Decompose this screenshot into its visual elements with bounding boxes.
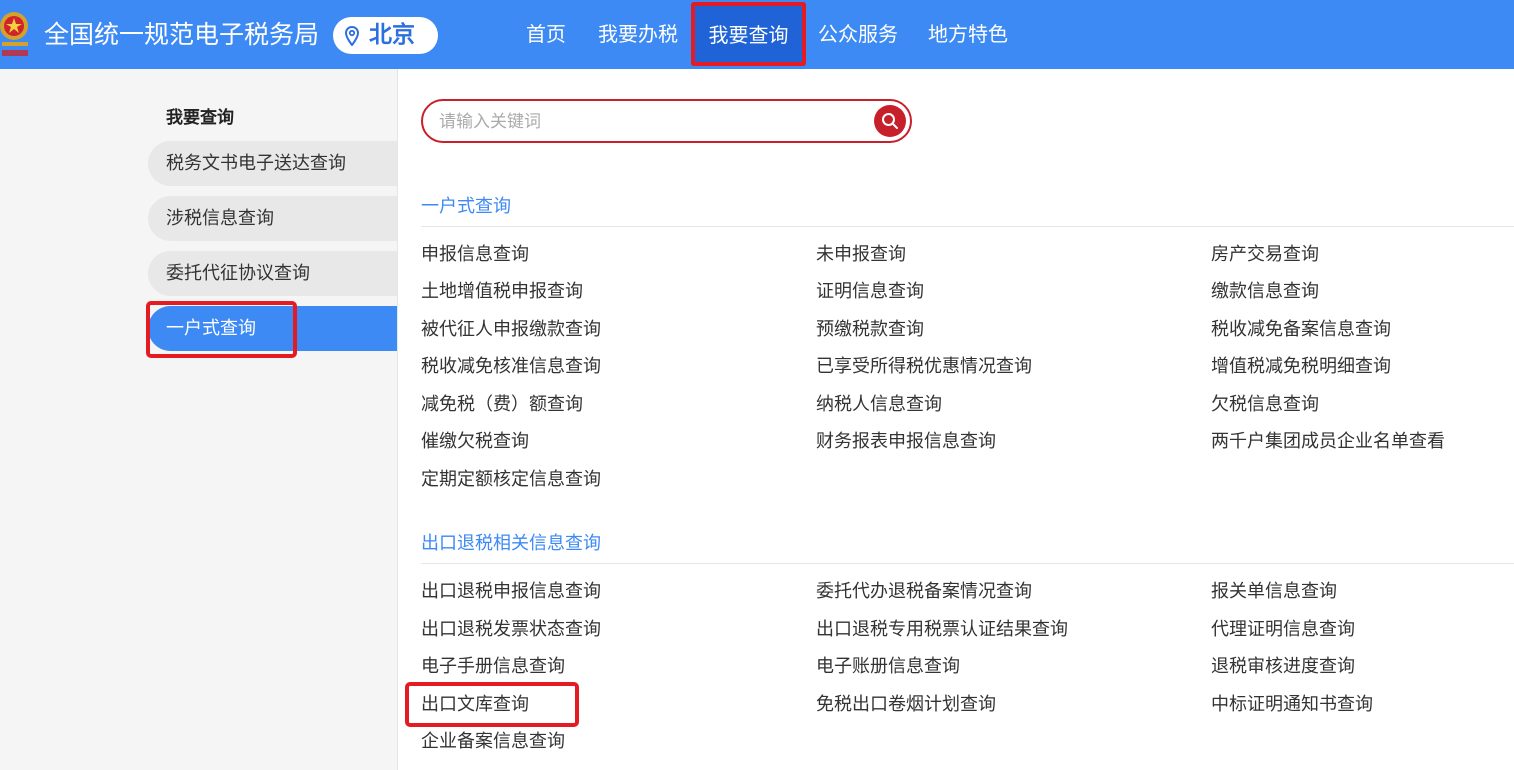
nav-home[interactable]: 首页 — [516, 0, 576, 69]
nav-query[interactable]: 我要查询 — [691, 2, 806, 66]
top-header: 全国统一规范电子税务局 北京 首页 我要办税 我要查询 公众服务 地方特色 — [0, 0, 1514, 69]
sidebar-item-tax-info[interactable]: 涉税信息查询 — [148, 196, 397, 241]
link-taxpayer-info[interactable]: 纳税人信息查询 — [816, 393, 942, 417]
link-export-refund-declaration[interactable]: 出口退税申报信息查询 — [421, 580, 601, 604]
link-certificate-info[interactable]: 证明信息查询 — [816, 280, 924, 304]
search-icon — [882, 113, 898, 129]
link-bid-certificate[interactable]: 中标证明通知书查询 — [1211, 693, 1373, 717]
sidebar-item-one-stop-query[interactable]: 一户式查询 — [148, 306, 397, 351]
section-title-export-refund: 出口退税相关信息查询 — [421, 533, 601, 554]
link-refund-invoice-status[interactable]: 出口退税发票状态查询 — [421, 618, 601, 642]
link-property-transaction[interactable]: 房产交易查询 — [1211, 243, 1319, 267]
link-arrears-reminder[interactable]: 催缴欠税查询 — [421, 430, 529, 454]
link-declaration-info[interactable]: 申报信息查询 — [421, 243, 529, 267]
link-agency-certificate[interactable]: 代理证明信息查询 — [1211, 618, 1355, 642]
link-undeclared[interactable]: 未申报查询 — [816, 243, 906, 267]
link-collected-payment[interactable]: 被代征人申报缴款查询 — [421, 318, 601, 342]
sidebar-title: 我要查询 — [166, 108, 234, 128]
search-box — [421, 99, 912, 143]
tax-emblem-icon — [0, 12, 28, 56]
link-payment-info[interactable]: 缴款信息查询 — [1211, 280, 1319, 304]
link-special-tax-receipt[interactable]: 出口退税专用税票认证结果查询 — [816, 618, 1068, 642]
section-divider — [421, 226, 1514, 227]
location-pin-icon — [345, 26, 359, 46]
link-exemption-approval[interactable]: 税收减免核准信息查询 — [421, 355, 601, 379]
link-arrears-info[interactable]: 欠税信息查询 — [1211, 393, 1319, 417]
link-group-member-list[interactable]: 两千户集团成员企业名单查看 — [1211, 430, 1445, 454]
site-title[interactable]: 全国统一规范电子税务局 — [44, 18, 319, 52]
link-customs-declaration[interactable]: 报关单信息查询 — [1211, 580, 1337, 604]
section-title-one-stop: 一户式查询 — [421, 196, 511, 217]
sidebar-item-entrusted-collection[interactable]: 委托代征协议查询 — [148, 251, 397, 296]
link-income-tax-benefit[interactable]: 已享受所得税优惠情况查询 — [816, 355, 1032, 379]
nav-tax-handling[interactable]: 我要办税 — [595, 0, 681, 69]
nav-public-service[interactable]: 公众服务 — [815, 0, 901, 69]
link-agent-refund-filing[interactable]: 委托代办退税备案情况查询 — [816, 580, 1032, 604]
link-land-vat-declaration[interactable]: 土地增值税申报查询 — [421, 280, 583, 304]
section-divider — [421, 563, 1514, 564]
link-tax-free-cigarette[interactable]: 免税出口卷烟计划查询 — [816, 693, 996, 717]
link-financial-statement[interactable]: 财务报表申报信息查询 — [816, 430, 996, 454]
link-fixed-quota[interactable]: 定期定额核定信息查询 — [421, 468, 601, 492]
link-vat-exemption-detail[interactable]: 增值税减免税明细查询 — [1211, 355, 1391, 379]
link-exemption-amount[interactable]: 减免税（费）额查询 — [421, 393, 583, 417]
link-e-handbook[interactable]: 电子手册信息查询 — [421, 655, 565, 679]
city-selector[interactable]: 北京 — [333, 17, 438, 54]
link-exemption-filing[interactable]: 税收减免备案信息查询 — [1211, 318, 1391, 342]
search-input[interactable] — [437, 107, 861, 137]
city-name: 北京 — [369, 22, 415, 48]
link-enterprise-filing[interactable]: 企业备案信息查询 — [421, 730, 565, 754]
search-button[interactable] — [874, 105, 906, 137]
nav-local-features[interactable]: 地方特色 — [925, 0, 1011, 69]
link-e-account-book[interactable]: 电子账册信息查询 — [816, 655, 960, 679]
link-export-library[interactable]: 出口文库查询 — [421, 693, 529, 717]
link-prepaid-tax[interactable]: 预缴税款查询 — [816, 318, 924, 342]
sidebar-item-document-delivery[interactable]: 税务文书电子送达查询 — [148, 141, 397, 186]
link-refund-review-progress[interactable]: 退税审核进度查询 — [1211, 655, 1355, 679]
